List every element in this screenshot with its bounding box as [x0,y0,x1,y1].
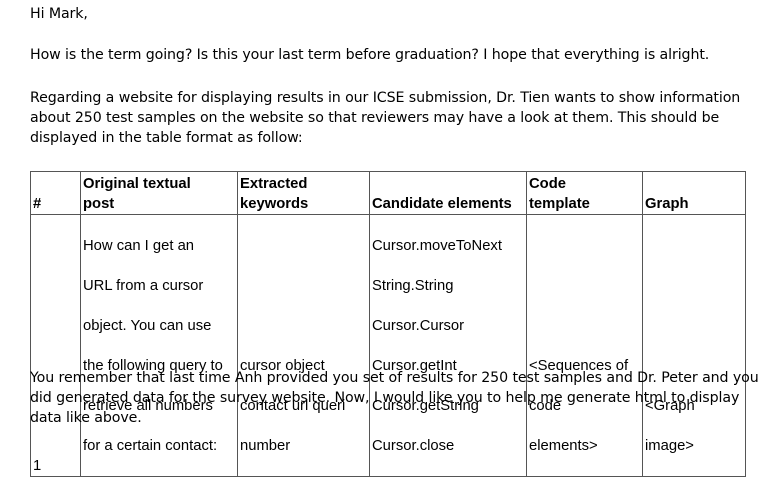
post-line: object. You can use [83,318,212,334]
request-paragraph: Regarding a website for displaying resul… [30,90,741,146]
keyword-line: number [240,438,291,454]
table-row: 1 How can I get an URL from a cursor obj… [30,214,746,477]
cell-graph: <Graph image> [642,214,746,477]
code-line: elements> [529,438,598,454]
cell-extracted-keywords: cursor object contact url queri number [237,214,370,477]
graph-line: image> [645,438,694,454]
cell-number: 1 [30,214,81,477]
candidate-line: Cursor.close [372,438,455,454]
results-table: # Original textual post Extracted keywor… [30,171,746,477]
candidate-line: Cursor.Cursor [372,318,465,334]
greeting-text: Hi Mark, [30,6,88,22]
header-graph: Graph [642,171,746,215]
cell-original-post: How can I get an URL from a cursor objec… [80,214,238,477]
table-header-row: # Original textual post Extracted keywor… [30,171,746,215]
post-line: URL from a cursor [83,278,204,294]
cell-code-template: <Sequences of code elements> [526,214,643,477]
header-original-post: Original textual post [80,171,238,215]
post-line: How can I get an [83,238,195,254]
header-number: # [30,171,81,215]
header-candidate-elements: Candidate elements [369,171,527,215]
header-code-template: Code template [526,171,643,215]
closing-paragraph: You remember that last time Anh provided… [30,370,759,426]
candidate-line: String.String [372,278,454,294]
post-line: for a certain contact: [83,438,218,454]
question-paragraph: How is the term going? Is this your last… [30,47,710,63]
candidate-line: Cursor.moveToNext [372,238,502,254]
header-extracted-keywords: Extracted keywords [237,171,370,215]
cell-candidate-elements: Cursor.moveToNext String.String Cursor.C… [369,214,527,477]
